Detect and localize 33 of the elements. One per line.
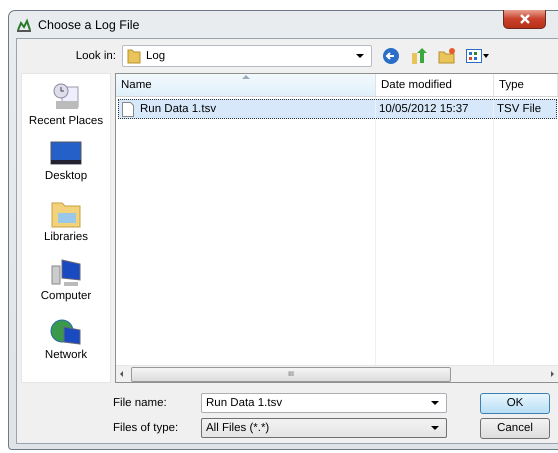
chart-icon	[16, 16, 32, 32]
column-header[interactable]: Type	[494, 74, 558, 96]
back-icon[interactable]	[382, 47, 400, 65]
network-icon	[50, 317, 82, 347]
date-cell: 10/05/2012 15:37	[379, 103, 469, 115]
cancel-button[interactable]: Cancel	[480, 418, 550, 438]
file-name-label: File name:	[112, 397, 168, 409]
new-folder-icon[interactable]	[438, 47, 456, 65]
close-button[interactable]	[503, 10, 546, 29]
place-item[interactable]: Libraries	[23, 196, 109, 255]
ok-button[interactable]: OK	[480, 392, 550, 414]
computer-icon	[50, 258, 82, 288]
sort-arrow-icon	[242, 75, 250, 79]
type-cell: TSV File	[497, 103, 542, 115]
place-item[interactable]: Desktop	[23, 137, 109, 196]
folder-icon	[127, 48, 141, 64]
place-item[interactable]: Computer	[23, 255, 109, 314]
file-name-field[interactable]: Run Data 1.tsv	[201, 393, 447, 413]
file-row[interactable]: Run Data 1.tsv 10/05/2012 15:37 TSV File	[118, 99, 557, 119]
look-in-dropdown[interactable]: Log	[122, 45, 372, 67]
up-folder-icon[interactable]	[410, 47, 428, 65]
file-type-dropdown[interactable]: All Files (*.*)	[201, 418, 447, 438]
document-icon	[122, 102, 134, 116]
look-in-label: Look in:	[74, 50, 116, 62]
place-item[interactable]: Recent Places	[23, 78, 109, 137]
close-icon	[518, 14, 530, 24]
caret-icon	[356, 54, 364, 58]
column-header[interactable]: Date modified	[376, 74, 494, 96]
column-header[interactable]: Name	[116, 74, 376, 96]
place-item[interactable]: Network	[23, 314, 109, 373]
window-title: Choose a Log File	[38, 18, 140, 32]
file-name: Run Data 1.tsv	[140, 103, 216, 115]
file-type-label: Files of type:	[112, 422, 180, 434]
